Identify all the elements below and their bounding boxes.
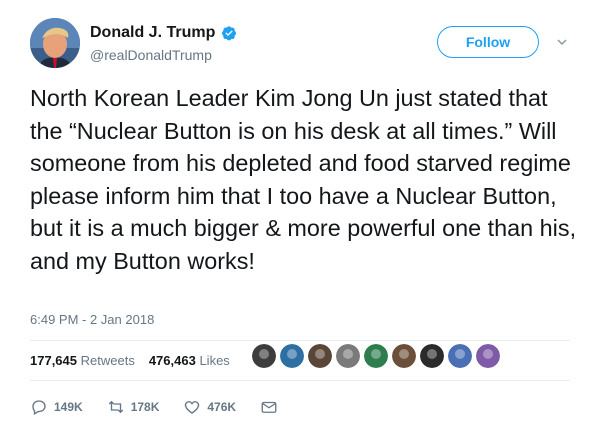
engagement-stats: 177,645 Retweets 476,463 Likes: [30, 353, 230, 368]
author-name[interactable]: Donald J. Trump: [90, 24, 215, 42]
liker-avatar[interactable]: [364, 344, 388, 368]
liker-avatar[interactable]: [448, 344, 472, 368]
direct-message-action[interactable]: [260, 398, 278, 416]
liker-avatar[interactable]: [252, 344, 276, 368]
verified-badge-icon: [222, 26, 237, 41]
likes-stat[interactable]: 476,463 Likes: [149, 353, 230, 368]
retweet-icon: [108, 400, 123, 414]
like-action[interactable]: 476K: [183, 398, 236, 416]
reply-icon: [32, 400, 46, 415]
tweet-text: North Korean Leader Kim Jong Un just sta…: [30, 85, 577, 274]
like-icon: [185, 401, 200, 414]
reply-count: 149K: [54, 400, 83, 414]
retweets-label: Retweets: [80, 353, 135, 368]
liker-avatar[interactable]: [336, 344, 360, 368]
profile-avatar[interactable]: [30, 18, 80, 68]
divider-bottom: [30, 380, 570, 381]
retweet-action[interactable]: 178K: [107, 398, 160, 416]
follow-button[interactable]: Follow: [437, 26, 539, 58]
action-bar: 149K 178K 476K: [30, 398, 302, 416]
retweets-stat[interactable]: 177,645 Retweets: [30, 353, 135, 368]
author-name-row[interactable]: Donald J. Trump: [90, 24, 237, 42]
liker-avatar[interactable]: [308, 344, 332, 368]
likes-label: Likes: [199, 353, 230, 368]
liker-avatar[interactable]: [420, 344, 444, 368]
retweet-count: 178K: [130, 400, 160, 414]
like-count: 476K: [207, 400, 237, 414]
likes-count: 476,463: [148, 353, 196, 368]
liker-avatar[interactable]: [392, 344, 416, 368]
tweet-timestamp[interactable]: 6:49 PM - 2 Jan 2018: [30, 312, 154, 327]
chevron-down-icon[interactable]: [556, 36, 568, 48]
author-handle[interactable]: @realDonaldTrump: [90, 47, 212, 63]
reply-action[interactable]: 149K: [30, 398, 83, 416]
divider-top: [30, 340, 570, 341]
liker-avatars: [252, 344, 500, 368]
direct-message-icon: [261, 401, 277, 413]
liker-avatar[interactable]: [476, 344, 500, 368]
liker-avatar[interactable]: [280, 344, 304, 368]
retweets-count: 177,645: [30, 353, 77, 368]
